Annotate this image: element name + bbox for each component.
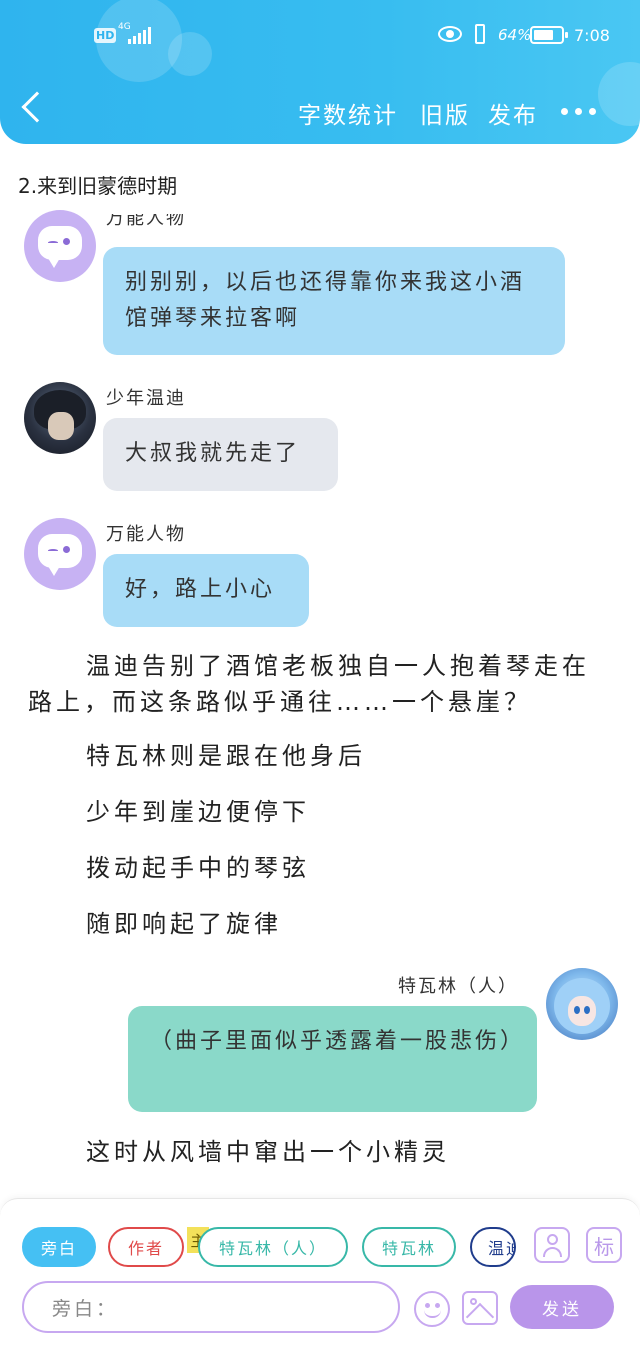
avatar[interactable]: [546, 968, 618, 1040]
vibrate-icon: [470, 24, 490, 44]
chapter-title: 2.来到旧蒙德时期: [18, 174, 178, 198]
emoji-icon[interactable]: [414, 1291, 450, 1327]
back-icon[interactable]: [21, 91, 53, 123]
input-panel: 旁白 作者 主 特瓦林（人） 特瓦林 温迪 标 旁白： 发送: [0, 1198, 640, 1369]
eye-comfort-icon: [438, 26, 462, 42]
mark-button[interactable]: 标: [586, 1227, 622, 1263]
role-chip-author[interactable]: 作者: [108, 1227, 184, 1267]
avatar[interactable]: [24, 210, 96, 282]
image-icon[interactable]: [462, 1291, 498, 1325]
status-bar: HD 4G 64% 7:08: [0, 18, 640, 58]
role-chip-tevalin-human[interactable]: 特瓦林（人）: [198, 1227, 348, 1267]
avatar[interactable]: [24, 382, 96, 454]
narration-line: 随即响起了旋律: [86, 910, 282, 938]
narration-line: 少年到崖边便停下: [86, 798, 310, 826]
clock: 7:08: [574, 26, 610, 45]
message-bubble[interactable]: 大叔我就先走了: [103, 418, 338, 491]
old-version-button[interactable]: 旧版: [420, 96, 470, 130]
send-button[interactable]: 发送: [510, 1285, 614, 1329]
narration-line: 路上，而这条路似乎通往……一个悬崖？: [28, 688, 532, 716]
speaker-name: 万能人物: [106, 214, 186, 229]
role-chip-wendi[interactable]: 温迪: [470, 1227, 516, 1267]
narration-line: 特瓦林则是跟在他身后: [86, 742, 366, 770]
message-bubble[interactable]: 好，路上小心: [103, 554, 309, 627]
battery-percent: 64%: [498, 26, 532, 44]
narration-line: 温迪告别了酒馆老板独自一人抱着琴走在: [86, 652, 590, 680]
message-bubble[interactable]: （曲子里面似乎透露着一股悲伤）: [128, 1006, 537, 1112]
narration-line: 拨动起手中的琴弦: [86, 854, 310, 882]
speaker-name: 特瓦林（人）: [398, 976, 518, 997]
character-manage-icon[interactable]: [534, 1227, 570, 1263]
message-input[interactable]: 旁白：: [22, 1281, 400, 1333]
header: HD 4G 64% 7:08 字数统计 旧版 发布: [0, 0, 640, 144]
page: HD 4G 64% 7:08 字数统计 旧版 发布 2.来到旧蒙德时期 万能人物…: [0, 0, 640, 1369]
more-icon[interactable]: [561, 108, 596, 115]
role-chip-tevalin[interactable]: 特瓦林: [362, 1227, 456, 1267]
role-chip-narrator[interactable]: 旁白: [22, 1227, 96, 1267]
message-bubble[interactable]: 别别别，以后也还得靠你来我这小酒馆弹琴来拉客啊: [103, 247, 565, 355]
signal-icon: [128, 26, 151, 44]
speaker-name: 万能人物: [106, 524, 186, 545]
nav-bar: 字数统计 旧版 发布: [0, 84, 640, 134]
avatar[interactable]: [24, 518, 96, 590]
word-count-button[interactable]: 字数统计: [298, 96, 398, 130]
publish-button[interactable]: 发布: [488, 96, 538, 130]
narration-line: 这时从风墙中窜出一个小精灵: [86, 1138, 450, 1166]
speaker-name: 少年温迪: [106, 388, 186, 409]
hd-badge: HD: [94, 28, 117, 43]
battery-icon: [530, 26, 568, 44]
